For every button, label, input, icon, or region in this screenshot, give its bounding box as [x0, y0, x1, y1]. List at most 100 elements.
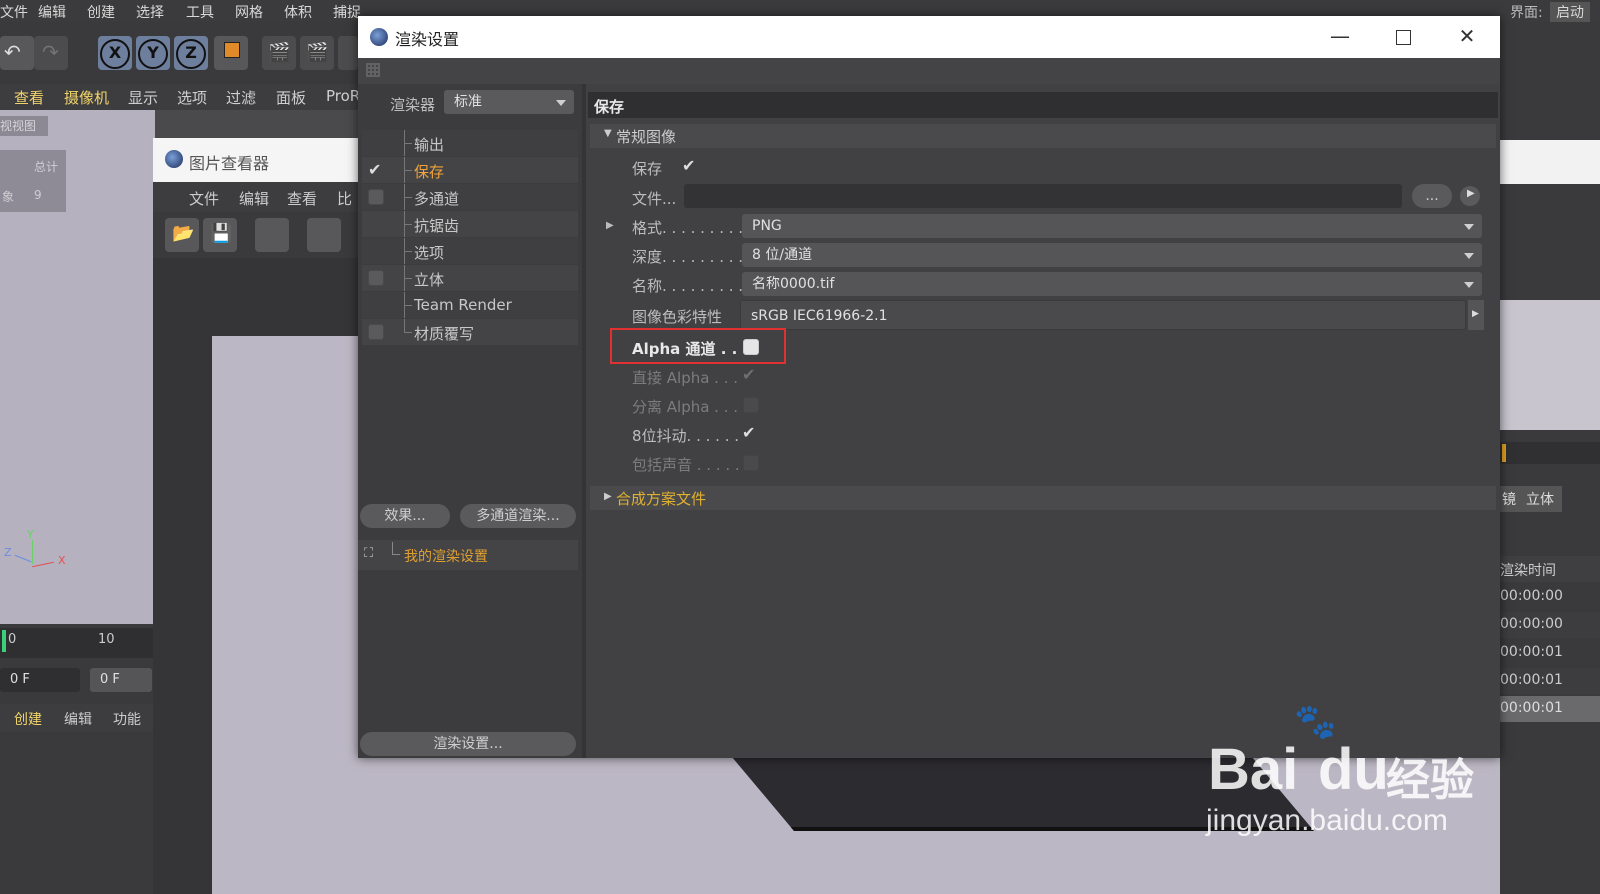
- section-regular-image[interactable]: ▼ 常规图像: [590, 124, 1496, 148]
- mat-menu-edit[interactable]: 编辑: [64, 709, 92, 729]
- minimize-button[interactable]: —: [1323, 22, 1357, 50]
- viewport-menu-view[interactable]: 查看: [14, 87, 44, 108]
- menu-select[interactable]: 选择: [136, 2, 164, 22]
- watermark-cn: 经验: [1386, 755, 1474, 806]
- viewport-menu-options[interactable]: 选项: [177, 87, 207, 108]
- save-file-button[interactable]: 💾: [203, 218, 237, 252]
- color-profile-field[interactable]: sRGB IEC61966-2.1: [740, 300, 1466, 330]
- depth-label: 深度. . . . . . . . .: [632, 248, 744, 266]
- panel-title: 保存: [594, 98, 625, 116]
- expand-icon[interactable]: ⛶: [364, 546, 373, 561]
- render-view-button[interactable]: 🎬: [262, 36, 296, 70]
- include-sound-checkbox[interactable]: [743, 455, 759, 471]
- separate-alpha-checkbox[interactable]: [743, 397, 759, 413]
- timeline-playhead[interactable]: [2, 630, 6, 652]
- save-checkbox[interactable]: ✔: [682, 158, 695, 174]
- right-preview-image: [1500, 300, 1600, 430]
- tree-item-options[interactable]: 选项: [362, 238, 578, 264]
- tree-item-label: 材质覆写: [414, 325, 475, 343]
- close-button[interactable]: ✕: [1450, 22, 1484, 50]
- interface-select[interactable]: 启动: [1550, 2, 1590, 22]
- viewport-menu-filter[interactable]: 过滤: [226, 87, 256, 108]
- tree-item-label: 保存: [414, 163, 445, 181]
- format-expand-icon[interactable]: ▶: [606, 220, 614, 231]
- tree-item-stereo[interactable]: 立体: [362, 265, 578, 291]
- tree-item-label: 输出: [414, 136, 445, 154]
- right-tab-mirror[interactable]: 镜: [1500, 486, 1524, 512]
- menu-file[interactable]: 文件: [0, 2, 28, 22]
- tree-item-team-render[interactable]: Team Render: [362, 292, 578, 318]
- tree-item-save[interactable]: ✔ 保存: [362, 157, 578, 183]
- frame-field-2[interactable]: 0 F: [90, 668, 152, 692]
- checkmark-icon[interactable]: ✔: [368, 162, 381, 178]
- file-path-input[interactable]: [684, 184, 1402, 208]
- maximize-icon: [1395, 30, 1411, 45]
- viewport-menu-display[interactable]: 显示: [128, 87, 158, 108]
- filter-button[interactable]: [255, 218, 289, 252]
- axis-x-button[interactable]: X: [98, 36, 132, 70]
- right-progress: [1500, 442, 1600, 464]
- stats-row-label: 象: [2, 190, 15, 204]
- menu-create[interactable]: 创建: [87, 2, 115, 22]
- viewport-menu-panel[interactable]: 面板: [276, 87, 306, 108]
- dialog-grip-bar[interactable]: [358, 58, 1500, 84]
- renderer-dropdown[interactable]: 标准: [444, 90, 574, 114]
- save-label: 保存: [632, 160, 663, 178]
- menu-edit[interactable]: 编辑: [38, 2, 66, 22]
- tree-item-multipass[interactable]: 多通道: [362, 184, 578, 210]
- section-compositing[interactable]: ▶ 合成方案文件: [590, 486, 1496, 510]
- right-tab-stereo[interactable]: 立体: [1522, 486, 1562, 512]
- browse-button[interactable]: ...: [1412, 184, 1452, 208]
- mat-menu-function[interactable]: 功能: [113, 709, 141, 729]
- menu-volume[interactable]: 体积: [284, 2, 312, 22]
- pv-menu-view[interactable]: 查看: [287, 188, 317, 209]
- tree-item-antialiasing[interactable]: 抗锯齿: [362, 211, 578, 237]
- tree-item-label: 抗锯齿: [414, 217, 460, 235]
- name-dropdown[interactable]: 名称0000.tif: [742, 272, 1482, 296]
- render-setting-entry[interactable]: ⛶ 我的渲染设置: [358, 540, 578, 570]
- cursor-button[interactable]: [307, 218, 341, 252]
- tree-item-output[interactable]: 输出: [362, 130, 578, 156]
- axis-z-button[interactable]: Z: [174, 36, 208, 70]
- open-file-button[interactable]: 📂: [165, 218, 199, 252]
- stereo-checkbox[interactable]: [368, 270, 384, 286]
- depth-dropdown[interactable]: 8 位/通道: [742, 243, 1482, 267]
- menu-tools[interactable]: 工具: [186, 2, 214, 22]
- dither-label: 8位抖动. . . . . .: [632, 427, 739, 445]
- render-time-row: 00:00:01: [1500, 696, 1600, 722]
- cube-icon: [224, 42, 240, 58]
- menu-mesh[interactable]: 网格: [235, 2, 263, 22]
- coord-system-button[interactable]: [214, 36, 248, 70]
- dither-checkbox[interactable]: ✔: [742, 425, 755, 441]
- render-picture-viewer-button[interactable]: 🎬: [300, 36, 334, 70]
- menu-snap[interactable]: 捕捉: [333, 2, 361, 22]
- frame-field[interactable]: 0 F: [0, 668, 80, 692]
- tree-item-material-override[interactable]: 材质覆写: [362, 319, 578, 345]
- axis-y-button[interactable]: Y: [136, 36, 170, 70]
- viewport-menu-pror[interactable]: ProR: [326, 87, 360, 105]
- material-override-checkbox[interactable]: [368, 324, 384, 340]
- straight-alpha-checkbox[interactable]: ✔: [742, 367, 755, 383]
- redo-icon: ↷: [42, 40, 59, 64]
- maximize-button[interactable]: [1386, 22, 1420, 50]
- undo-button[interactable]: ↶: [0, 36, 34, 70]
- render-settings-button[interactable]: 渲染设置...: [360, 732, 576, 756]
- timeline-ruler[interactable]: 0 10: [0, 628, 155, 658]
- multipass-checkbox[interactable]: [368, 189, 384, 205]
- mat-menu-create[interactable]: 创建: [14, 709, 42, 729]
- render-settings-toolbar-button[interactable]: [338, 36, 358, 70]
- file-options-button[interactable]: ▶: [1460, 186, 1480, 206]
- viewport-menu-camera[interactable]: 摄像机: [64, 87, 109, 108]
- color-profile-button[interactable]: ▶: [1468, 300, 1484, 330]
- picture-viewer-title: 图片查看器: [189, 154, 270, 173]
- effects-button[interactable]: 效果...: [360, 504, 450, 528]
- redo-button[interactable]: ↷: [34, 36, 68, 70]
- render-time-row: 00:00:01: [1500, 668, 1600, 694]
- pv-menu-edit[interactable]: 编辑: [239, 188, 269, 209]
- format-dropdown[interactable]: PNG: [742, 214, 1482, 238]
- pv-menu-file[interactable]: 文件: [189, 188, 219, 209]
- multipass-render-button[interactable]: 多通道渲染...: [460, 504, 576, 528]
- triangle-right-icon: ▶: [604, 491, 612, 502]
- render-time-row: 00:00:00: [1500, 612, 1600, 638]
- baidu-watermark: Bai 🐾 du 经验 jingyan.baidu.com: [1200, 700, 1500, 850]
